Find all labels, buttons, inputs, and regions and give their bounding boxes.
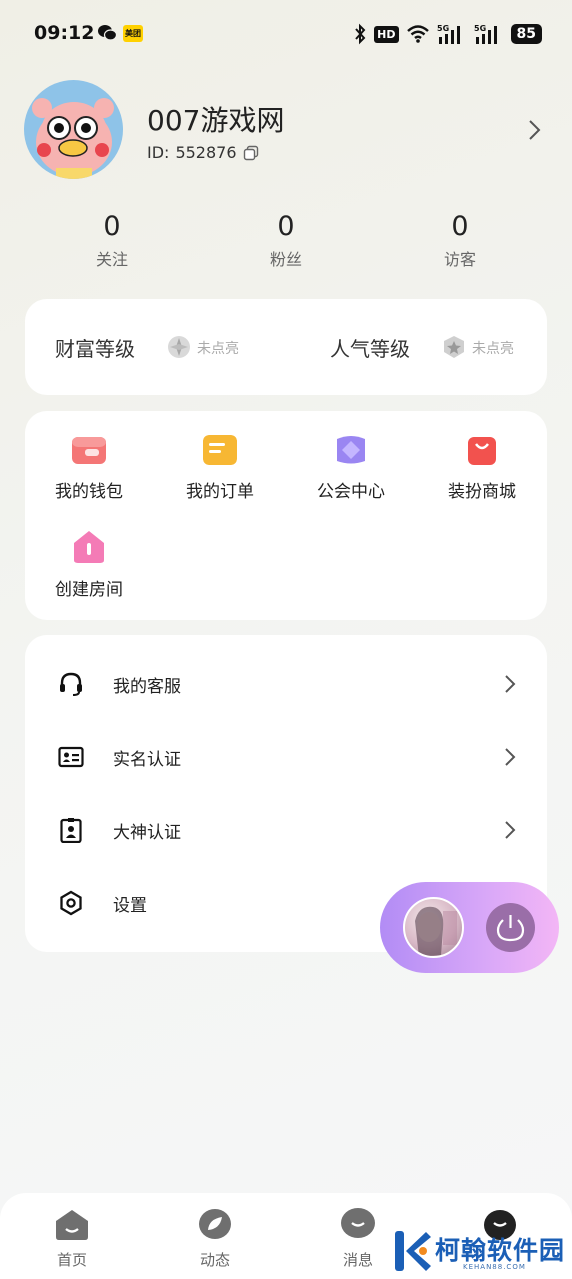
stat-value: 0 [277, 211, 295, 242]
menu-label: 我的客服 [113, 677, 181, 697]
menu-label: 大神认证 [113, 823, 181, 843]
status-bar: 09:12 美团 HD 5G 5G 85 [0, 0, 572, 66]
nav-feed[interactable]: 动态 [175, 1207, 255, 1270]
power-button[interactable] [486, 903, 535, 952]
grid-item-shop[interactable]: 装扮商城 [432, 435, 532, 502]
wifi-icon [406, 25, 429, 43]
meituan-icon: 美团 [123, 25, 143, 42]
menu-label: 设置 [113, 896, 147, 916]
battery-icon: 85 [510, 24, 542, 44]
bluetooth-icon [355, 23, 366, 45]
headset-icon [60, 672, 82, 696]
signal-5g-icon: 5G [437, 24, 460, 44]
order-icon [203, 435, 237, 465]
popularity-badge-icon [444, 336, 464, 358]
grid-item-wallet[interactable]: 我的钱包 [39, 435, 139, 502]
grid-item-orders[interactable]: 我的订单 [170, 435, 270, 502]
stat-label: 粉丝 [269, 250, 302, 269]
user-id-label: ID: [147, 143, 170, 162]
feature-grid-card: 我的钱包 我的订单 公会中心 装扮商城 创建房间 [25, 411, 547, 620]
wechat-icon [98, 25, 117, 41]
feed-icon [199, 1209, 231, 1239]
watermark-logo: 柯翰软件园 KEHAN88.COM [393, 1227, 566, 1275]
popularity-level-state: 未点亮 [472, 341, 514, 357]
stat-value: 0 [103, 211, 121, 242]
avatar[interactable] [24, 80, 123, 179]
user-id: ID: 552876 [147, 143, 259, 162]
grid-item-create-room[interactable]: 创建房间 [39, 529, 139, 600]
grid-label: 我的订单 [186, 482, 254, 502]
stat-label: 访客 [443, 250, 476, 269]
id-card-icon [58, 746, 84, 768]
wealth-level-state: 未点亮 [197, 341, 239, 357]
grid-item-guild[interactable]: 公会中心 [301, 435, 401, 502]
floating-live-widget[interactable] [380, 882, 559, 973]
gear-icon [60, 890, 82, 916]
svg-text:5G: 5G [437, 24, 449, 33]
level-card: 财富等级 未点亮 人气等级 未点亮 [25, 299, 547, 395]
nav-home[interactable]: 首页 [32, 1207, 112, 1270]
portrait-image-icon [415, 906, 457, 956]
copy-icon[interactable] [243, 145, 259, 161]
menu-item-expert-cert[interactable]: 大神认证 [25, 800, 547, 860]
menu-label: 实名认证 [113, 750, 181, 770]
chevron-right-icon[interactable] [526, 118, 542, 142]
watermark-name: 柯翰软件园 [435, 1236, 566, 1265]
popularity-level-title[interactable]: 人气等级 [330, 333, 410, 362]
stat-visitors[interactable]: 0 访客 [410, 210, 510, 270]
create-room-icon [74, 531, 104, 563]
shop-bag-icon [468, 437, 496, 465]
username: 007游戏网 [147, 104, 285, 137]
wealth-badge-icon [168, 336, 190, 358]
stat-fans[interactable]: 0 粉丝 [236, 210, 336, 270]
home-icon [56, 1210, 88, 1240]
hd-icon: HD [374, 25, 399, 43]
status-time: 09:12 [34, 22, 95, 44]
power-icon [496, 915, 525, 942]
kehan-logo-icon [395, 1231, 431, 1271]
svg-text:5G: 5G [474, 24, 486, 33]
user-id-value: 552876 [175, 143, 237, 162]
menu-item-real-name[interactable]: 实名认证 [25, 727, 547, 787]
chevron-right-icon [505, 748, 516, 766]
pig-avatar-icon [32, 98, 114, 179]
grid-label: 创建房间 [55, 580, 123, 600]
menu-item-customer-service[interactable]: 我的客服 [25, 654, 547, 714]
chevron-right-icon [505, 675, 516, 693]
wealth-level-title[interactable]: 财富等级 [55, 333, 135, 362]
message-icon [341, 1208, 375, 1238]
nav-messages[interactable]: 消息 [318, 1207, 398, 1270]
floating-avatar[interactable] [403, 897, 464, 958]
guild-icon [337, 436, 365, 464]
nav-label: 消息 [342, 1251, 373, 1269]
stat-label: 关注 [95, 250, 128, 269]
stats-row: 0 关注 0 粉丝 0 访客 [0, 210, 572, 270]
watermark-url: KEHAN88.COM [463, 1263, 526, 1271]
stat-follow[interactable]: 0 关注 [62, 210, 162, 270]
stat-value: 0 [451, 211, 469, 242]
grid-label: 公会中心 [317, 482, 385, 502]
nav-label: 首页 [56, 1251, 87, 1269]
chevron-right-icon [505, 821, 516, 839]
wallet-icon [72, 437, 106, 464]
nav-label: 动态 [199, 1251, 230, 1269]
badge-icon [60, 818, 82, 843]
signal-5g-icon-2: 5G [474, 24, 497, 44]
grid-label: 我的钱包 [55, 482, 123, 502]
grid-label: 装扮商城 [448, 482, 516, 502]
